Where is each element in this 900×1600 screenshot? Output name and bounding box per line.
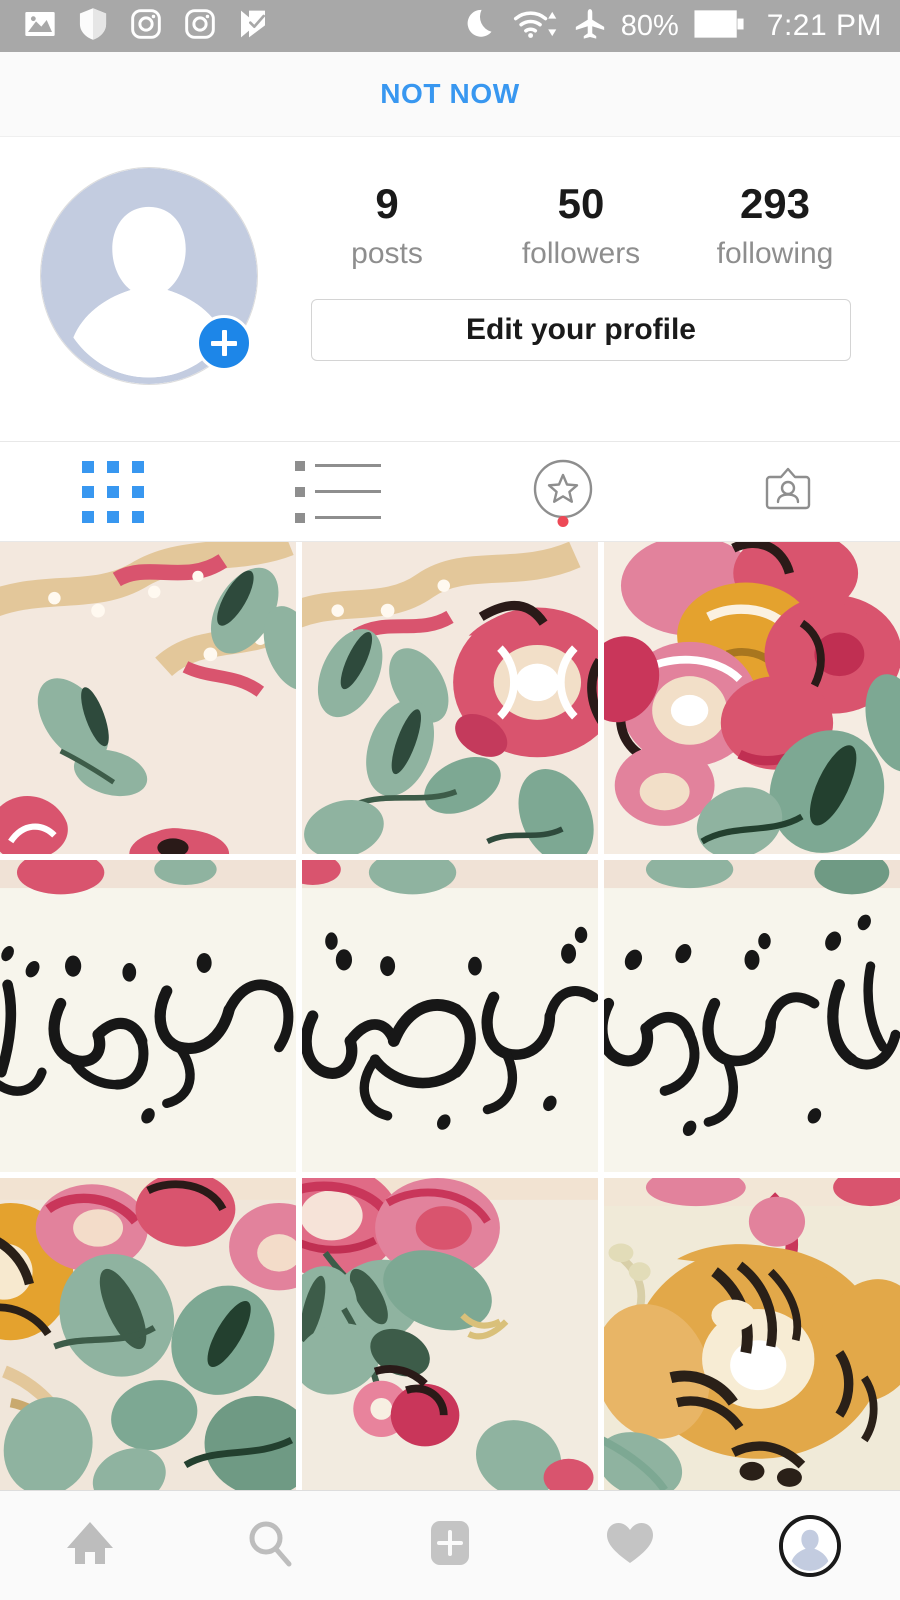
not-now-banner: NOT NOW <box>0 52 900 137</box>
tagged-card-icon <box>757 458 819 525</box>
tab-tagged[interactable] <box>675 442 900 541</box>
nav-activity[interactable] <box>540 1491 720 1600</box>
tab-list[interactable] <box>225 442 450 541</box>
add-post-icon <box>421 1514 479 1577</box>
list-icon <box>294 460 381 523</box>
shield-icon <box>78 7 108 46</box>
post-grid <box>0 542 900 1490</box>
add-story-button[interactable] <box>196 315 252 371</box>
wifi-icon <box>513 7 559 46</box>
post-thumbnail-4[interactable] <box>0 860 296 1172</box>
stat-posts[interactable]: 9 posts <box>290 183 484 271</box>
moon-icon <box>467 7 499 46</box>
status-bar-right-icons: 80% 7:21 PM <box>467 7 882 46</box>
search-icon <box>241 1514 299 1577</box>
saved-badge-dot <box>557 516 568 527</box>
profile-stats: 9 posts 50 followers 293 following <box>290 183 872 271</box>
clock-label: 7:21 PM <box>766 9 882 42</box>
instagram-icon <box>130 8 162 45</box>
nav-add-post[interactable] <box>360 1491 540 1600</box>
post-thumbnail-9[interactable] <box>604 1178 900 1490</box>
status-bar-left-icons <box>24 7 268 46</box>
home-icon <box>61 1514 119 1577</box>
edit-profile-button[interactable]: Edit your profile <box>311 299 851 361</box>
nav-profile[interactable] <box>720 1491 900 1600</box>
tab-grid[interactable] <box>0 442 225 541</box>
post-thumbnail-7[interactable] <box>0 1178 296 1490</box>
profile-tab-bar <box>0 442 900 542</box>
posts-count: 9 <box>375 180 399 227</box>
profile-header: 9 posts 50 followers 293 following Edit … <box>0 137 900 442</box>
battery-percent-label: 80% <box>620 9 679 42</box>
post-thumbnail-8[interactable] <box>302 1178 598 1490</box>
star-circle-icon <box>532 458 594 525</box>
profile-stats-and-actions: 9 posts 50 followers 293 following Edit … <box>258 167 872 361</box>
avatar-container[interactable] <box>40 167 258 385</box>
tab-saved[interactable] <box>450 442 675 541</box>
posts-label: posts <box>351 237 423 270</box>
nav-home[interactable] <box>0 1491 180 1600</box>
following-count: 293 <box>739 180 811 227</box>
followers-count: 50 <box>557 180 605 227</box>
battery-icon <box>693 9 745 44</box>
airplane-icon <box>573 7 607 46</box>
post-thumbnail-5[interactable] <box>302 860 598 1172</box>
status-bar: 80% 7:21 PM <box>0 0 900 52</box>
stat-followers[interactable]: 50 followers <box>484 183 678 271</box>
bottom-navigation <box>0 1490 900 1600</box>
grid-icon <box>81 460 144 523</box>
following-label: following <box>716 237 834 270</box>
checkmark-flag-icon <box>238 8 268 45</box>
stat-following[interactable]: 293 following <box>678 183 872 271</box>
app-screen: 80% 7:21 PM NOT NOW 9 posts 50 followers… <box>0 0 900 1600</box>
photo-icon <box>24 9 56 44</box>
followers-label: followers <box>521 237 641 270</box>
profile-nav-avatar[interactable] <box>779 1514 841 1577</box>
nav-search[interactable] <box>180 1491 360 1600</box>
heart-icon <box>601 1514 659 1577</box>
post-thumbnail-2[interactable] <box>302 542 598 854</box>
post-thumbnail-3[interactable] <box>604 542 900 854</box>
not-now-button[interactable]: NOT NOW <box>380 78 520 110</box>
post-thumbnail-6[interactable] <box>604 860 900 1172</box>
post-thumbnail-1[interactable] <box>0 542 296 854</box>
instagram-icon-2 <box>184 8 216 45</box>
